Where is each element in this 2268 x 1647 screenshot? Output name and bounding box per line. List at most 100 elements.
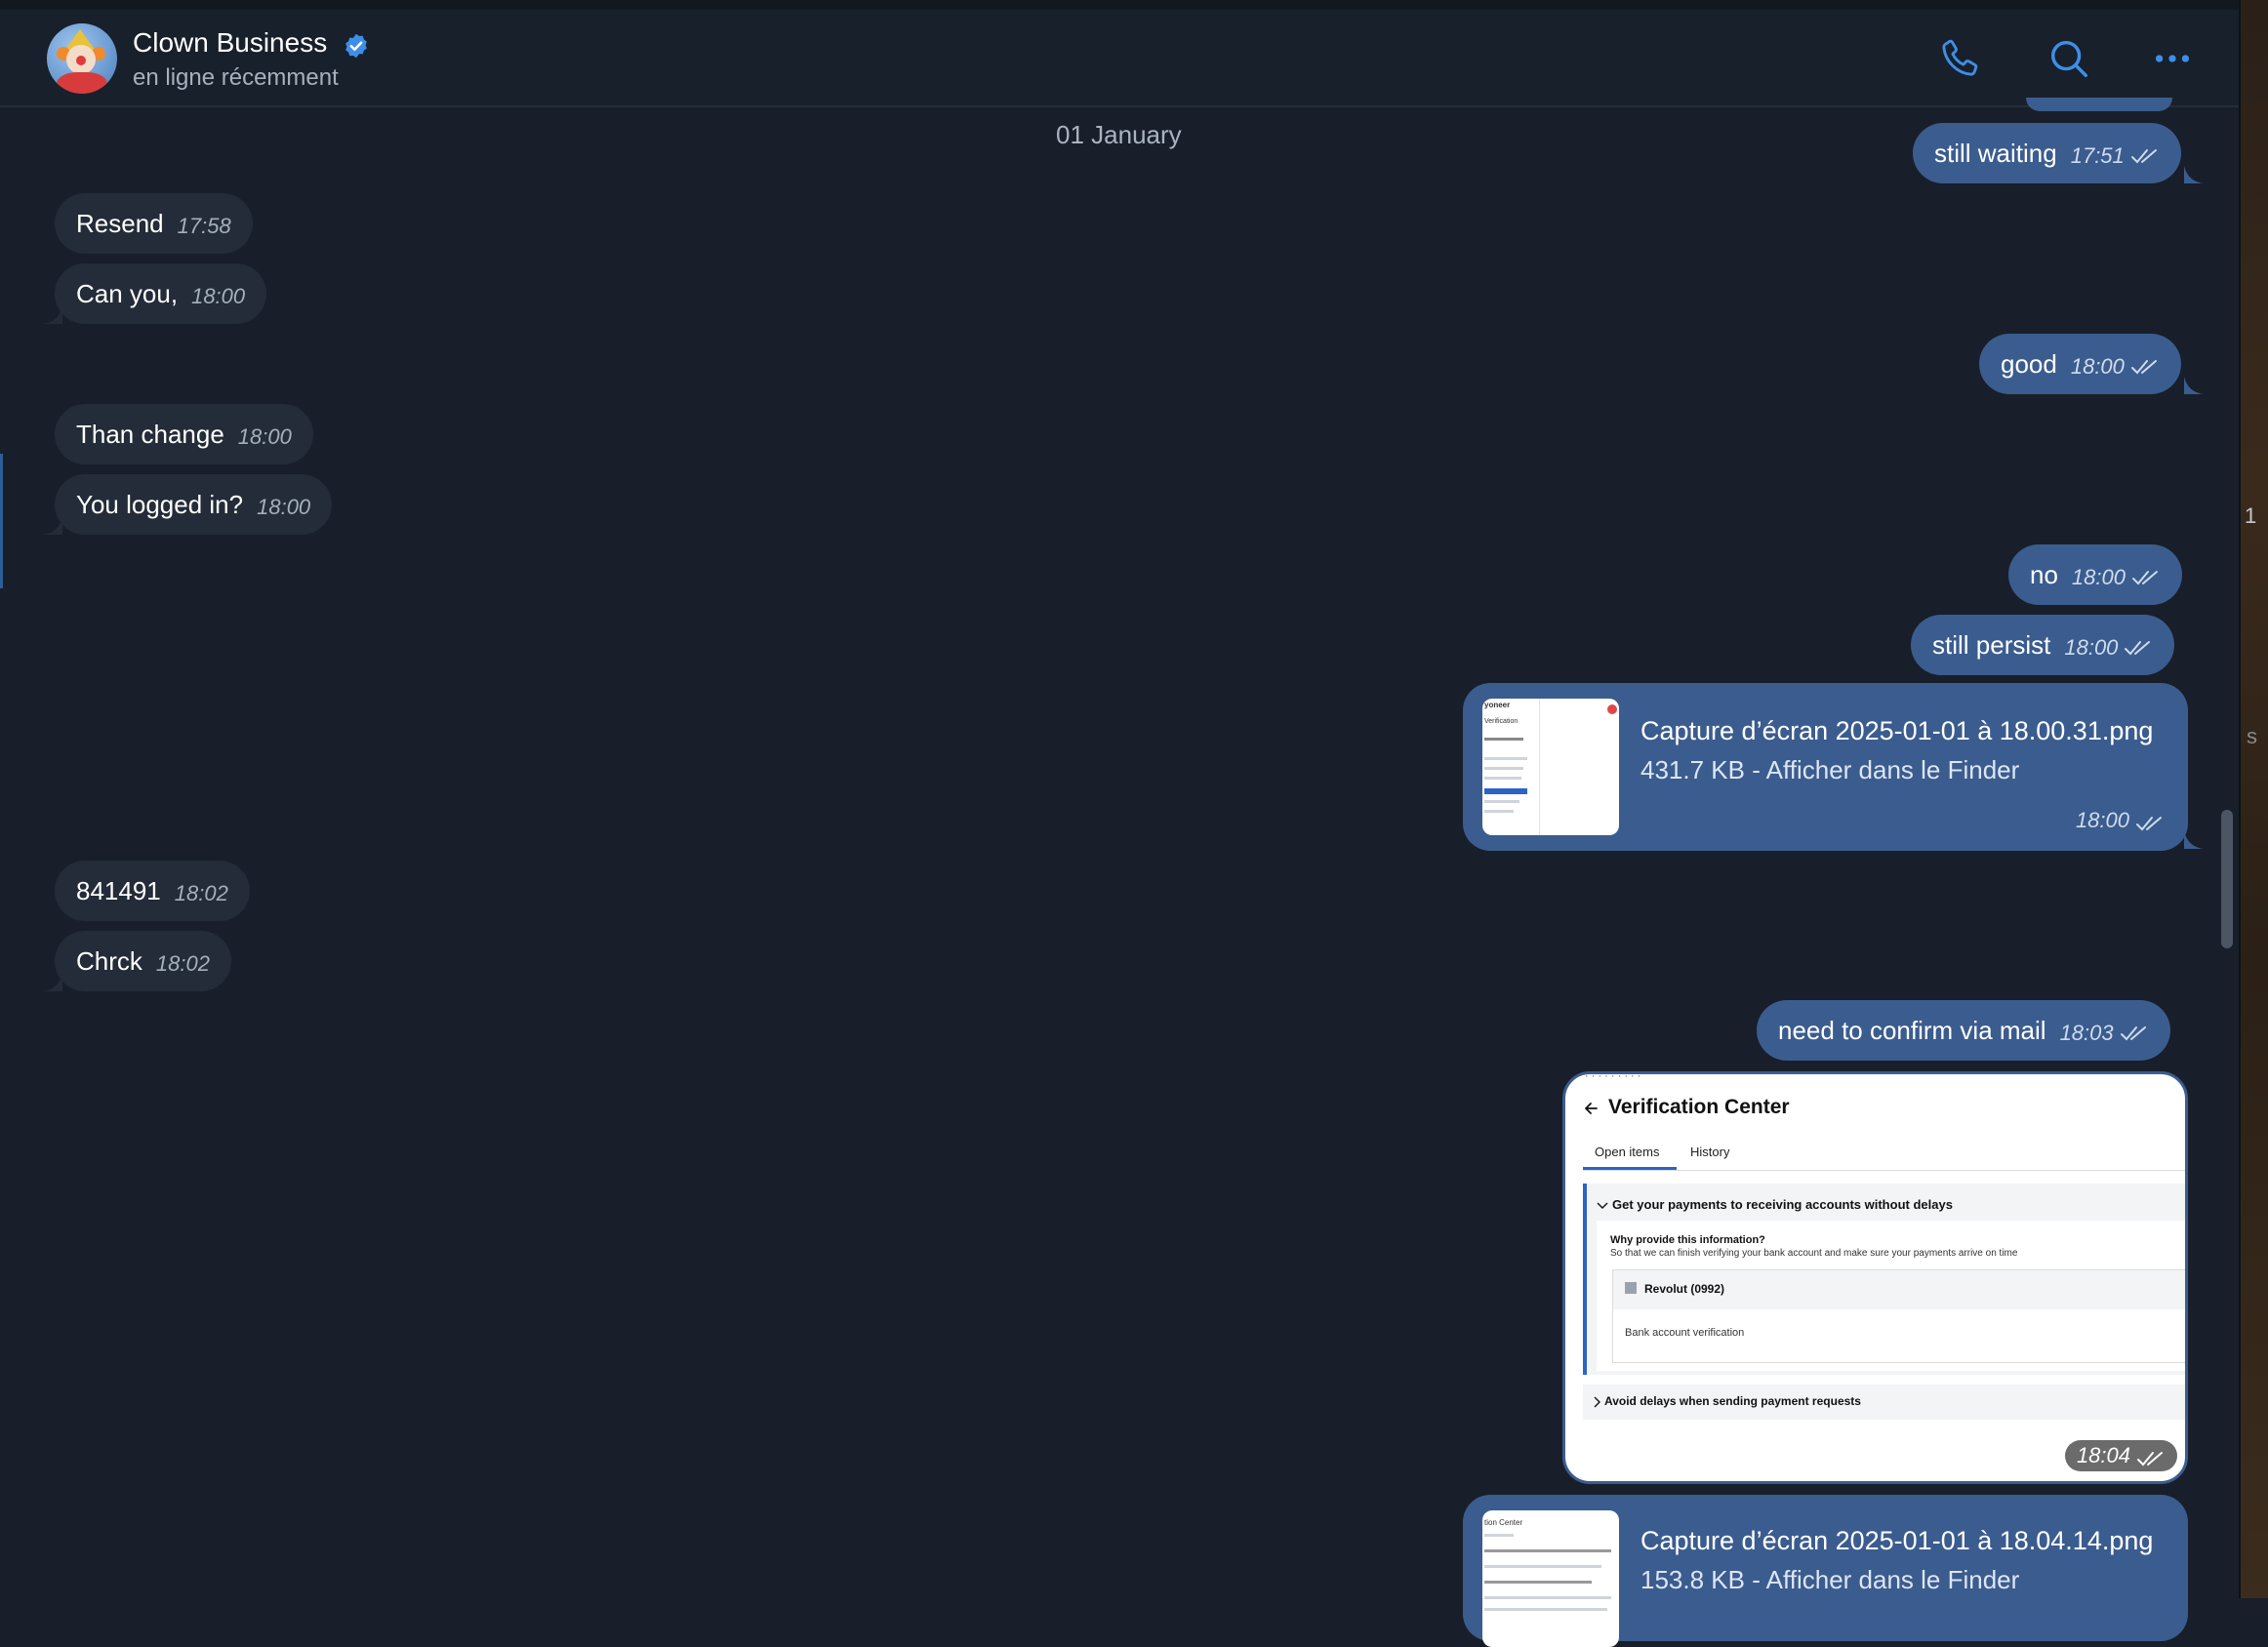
bubble-tail bbox=[2184, 166, 2204, 183]
left-accent-marker bbox=[0, 454, 3, 588]
read-checkmarks-icon bbox=[2130, 360, 2157, 375]
message-bubble-incoming[interactable]: Can you, 18:00 bbox=[55, 263, 267, 324]
message-bubble-incoming[interactable]: Chrck 18:02 bbox=[55, 931, 231, 991]
message-text: Resend bbox=[76, 208, 164, 238]
file-thumbnail[interactable]: yoneer Verification bbox=[1482, 699, 1619, 835]
message-time: 18:04 bbox=[2076, 1443, 2130, 1467]
date-separator: 01 January bbox=[1056, 120, 1182, 149]
more-icon bbox=[2155, 55, 2190, 62]
message-text: still waiting bbox=[1934, 138, 2057, 168]
image-title: Verification Center bbox=[1608, 1096, 1790, 1118]
message-bubble-outgoing[interactable]: still waiting 17:51 bbox=[1913, 123, 2181, 183]
read-checkmarks-icon bbox=[2130, 149, 2157, 164]
chat-title[interactable]: Clown Business bbox=[133, 27, 327, 59]
desktop-background-strip: 1 s bbox=[2241, 0, 2268, 1598]
read-checkmarks-icon bbox=[2136, 817, 2162, 831]
file-message-bubble[interactable]: tion Center Capture d’écran 2025-01-01 à… bbox=[1463, 1495, 2188, 1647]
chat-status: en ligne récemment bbox=[133, 64, 339, 91]
message-time: 18:03 bbox=[2059, 1021, 2114, 1045]
message-bubble-outgoing[interactable]: need to confirm via mail 18:03 bbox=[1757, 1000, 2170, 1061]
message-text: You logged in? bbox=[76, 489, 244, 519]
message-bubble-outgoing[interactable]: still persist 18:00 bbox=[1911, 615, 2175, 675]
thumb-label-text: Verification bbox=[1484, 718, 1519, 725]
message-text: good bbox=[2001, 348, 2057, 379]
desktop-glyph: s bbox=[2247, 724, 2257, 748]
image-message-bubble[interactable]: · · · · · · · · · Verification Center Op… bbox=[1562, 1071, 2188, 1484]
verified-icon bbox=[345, 33, 367, 59]
chat-header: Clown Business en ligne récemment bbox=[0, 10, 2239, 107]
message-time-row: 18:00 bbox=[2076, 808, 2165, 833]
search-icon bbox=[2050, 40, 2087, 77]
image-account-task: Bank account verification bbox=[1625, 1327, 1745, 1339]
message-time: 18:00 bbox=[2064, 635, 2119, 660]
bubble-tail bbox=[43, 517, 62, 535]
bank-icon bbox=[1625, 1282, 1637, 1294]
image-section-panel-2: Avoid delays when sending payment reques… bbox=[1583, 1385, 2185, 1420]
message-bubble-partial bbox=[2026, 98, 2172, 111]
message-time: 17:51 bbox=[2070, 143, 2125, 168]
message-text: 841491 bbox=[76, 875, 161, 905]
file-message-bubble[interactable]: yoneer Verification Capture d’écran 2025… bbox=[1463, 683, 2188, 851]
image-tab-open-items: Open items bbox=[1595, 1145, 1660, 1159]
read-checkmarks-icon bbox=[2137, 1452, 2163, 1466]
message-text: still persist bbox=[1932, 629, 2051, 660]
avatar[interactable] bbox=[47, 23, 117, 94]
more-button[interactable] bbox=[2145, 31, 2200, 86]
bubble-tail bbox=[43, 306, 62, 324]
thumb-brand-text: yoneer bbox=[1484, 701, 1511, 709]
read-checkmarks-icon bbox=[2131, 571, 2158, 585]
message-bubble-outgoing[interactable]: no 18:00 bbox=[2008, 544, 2182, 605]
image-so-text: So that we can finish verifying your ban… bbox=[1610, 1248, 2018, 1259]
message-time: 18:00 bbox=[2075, 808, 2129, 832]
message-time: 18:00 bbox=[2071, 565, 2126, 589]
file-name[interactable]: Capture d’écran 2025-01-01 à 18.00.31.pn… bbox=[1640, 716, 2153, 746]
bubble-tail bbox=[2184, 377, 2204, 394]
message-bubble-outgoing[interactable]: good 18:00 bbox=[1979, 334, 2181, 394]
message-time: 18:02 bbox=[174, 881, 228, 905]
file-thumbnail[interactable]: tion Center bbox=[1482, 1510, 1619, 1647]
back-arrow-icon bbox=[1585, 1103, 1598, 1114]
chevron-right-icon bbox=[1594, 1396, 1600, 1408]
read-checkmarks-icon bbox=[2120, 1026, 2146, 1041]
phone-icon bbox=[1942, 39, 1978, 76]
message-time: 18:00 bbox=[237, 424, 292, 449]
message-time-overlay: 18:04 bbox=[2064, 1440, 2177, 1471]
image-section-body: Why provide this information? So that we… bbox=[1597, 1221, 2185, 1371]
desktop-glyph: 1 bbox=[2245, 503, 2257, 528]
message-time: 18:00 bbox=[257, 495, 311, 519]
window-top-strip bbox=[0, 0, 2239, 10]
message-text: Than change bbox=[76, 419, 224, 449]
call-button[interactable] bbox=[1932, 31, 1987, 86]
message-bubble-incoming[interactable]: 841491 18:02 bbox=[55, 861, 250, 921]
image-tab-rule bbox=[1583, 1170, 2185, 1171]
message-bubble-incoming[interactable]: Than change 18:00 bbox=[55, 404, 313, 464]
read-checkmarks-icon bbox=[2125, 641, 2151, 656]
message-text: Can you, bbox=[76, 278, 179, 308]
image-tab-history: History bbox=[1690, 1145, 1730, 1159]
scrollbar[interactable] bbox=[2221, 810, 2233, 948]
image-why-text: Why provide this information? bbox=[1610, 1234, 1765, 1246]
message-time: 17:58 bbox=[177, 214, 231, 238]
file-meta[interactable]: 153.8 KB - Afficher dans le Finder bbox=[1640, 1565, 2019, 1595]
message-text: no bbox=[2030, 559, 2058, 589]
search-button[interactable] bbox=[2042, 31, 2096, 86]
image-section-heading: Get your payments to receiving accounts … bbox=[1612, 1197, 1953, 1212]
image-account-card: Revolut (0992) Bank account verification bbox=[1612, 1269, 2185, 1363]
message-time: 18:00 bbox=[2070, 354, 2125, 379]
message-time: 18:00 bbox=[191, 284, 246, 308]
message-time: 18:02 bbox=[155, 951, 210, 976]
image-section-panel: Get your payments to receiving accounts … bbox=[1583, 1184, 2185, 1375]
message-text: Chrck bbox=[76, 945, 142, 976]
image-breadcrumb: · · · · · · · · · bbox=[1585, 1071, 1641, 1082]
message-bubble-incoming[interactable]: Resend 17:58 bbox=[55, 193, 253, 254]
file-name[interactable]: Capture d’écran 2025-01-01 à 18.04.14.pn… bbox=[1640, 1526, 2153, 1556]
message-text: need to confirm via mail bbox=[1778, 1015, 2046, 1045]
image-account-name: Revolut (0992) bbox=[1644, 1282, 1725, 1296]
chevron-down-icon bbox=[1597, 1202, 1608, 1209]
file-meta[interactable]: 431.7 KB - Afficher dans le Finder bbox=[1640, 755, 2019, 785]
bubble-tail bbox=[2184, 831, 2204, 849]
thumb-label-text: tion Center bbox=[1484, 1518, 1523, 1527]
message-bubble-incoming[interactable]: You logged in? 18:00 bbox=[55, 474, 333, 535]
image-section-heading-2: Avoid delays when sending payment reques… bbox=[1604, 1394, 1861, 1408]
bubble-tail bbox=[43, 974, 62, 991]
